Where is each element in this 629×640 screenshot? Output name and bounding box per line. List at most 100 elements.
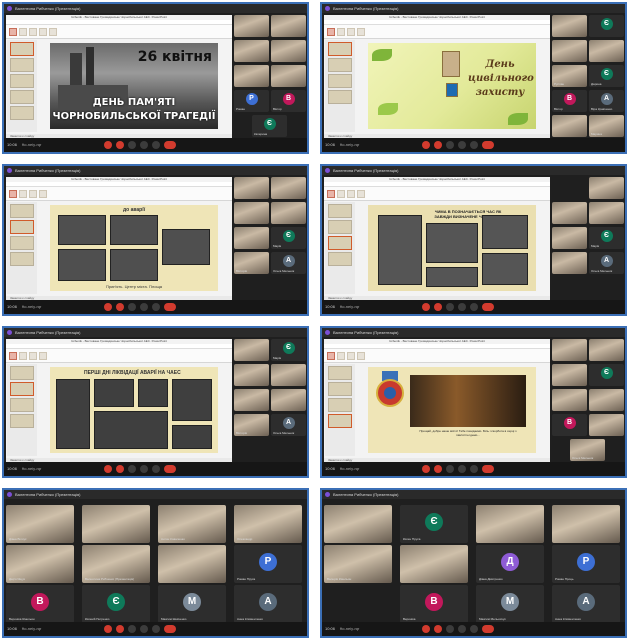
participant-tile[interactable] bbox=[234, 40, 269, 62]
participant-tile[interactable]: Є Марія bbox=[589, 227, 624, 249]
slide-thumbnail[interactable] bbox=[10, 236, 34, 250]
present-icon[interactable] bbox=[140, 465, 148, 473]
mic-off-icon[interactable] bbox=[104, 625, 112, 633]
present-icon[interactable] bbox=[458, 465, 466, 473]
participant-tile[interactable] bbox=[271, 15, 306, 37]
present-icon[interactable] bbox=[140, 303, 148, 311]
participant-tile[interactable] bbox=[271, 364, 306, 386]
mic-off-icon[interactable] bbox=[422, 303, 430, 311]
participant-tile[interactable]: Є bbox=[589, 364, 624, 386]
participant-tile[interactable] bbox=[589, 414, 624, 436]
slide-thumbnail[interactable] bbox=[328, 252, 352, 266]
participant-tile[interactable] bbox=[324, 505, 392, 543]
participant-tile[interactable] bbox=[234, 339, 269, 361]
camera-off-icon[interactable] bbox=[434, 303, 442, 311]
end-call-icon[interactable] bbox=[164, 465, 176, 473]
drawing-icon[interactable] bbox=[49, 27, 57, 36]
paste-icon[interactable] bbox=[327, 27, 335, 36]
paragraph-icon[interactable] bbox=[357, 27, 365, 36]
participant-tile[interactable] bbox=[552, 389, 587, 411]
mic-off-icon[interactable] bbox=[104, 303, 112, 311]
slide-thumbnail[interactable] bbox=[328, 58, 352, 72]
present-icon[interactable] bbox=[458, 625, 466, 633]
slide-thumbnail[interactable] bbox=[328, 366, 352, 380]
slide-thumbnail[interactable] bbox=[10, 74, 34, 88]
captions-icon[interactable] bbox=[128, 303, 136, 311]
font-icon[interactable] bbox=[29, 189, 37, 198]
camera-off-icon[interactable] bbox=[434, 625, 442, 633]
participant-tile[interactable] bbox=[552, 15, 587, 37]
more-icon[interactable] bbox=[470, 303, 478, 311]
mic-off-icon[interactable] bbox=[104, 465, 112, 473]
font-icon[interactable] bbox=[347, 27, 355, 36]
participant-tile[interactable]: А Анна Климентенко bbox=[552, 585, 620, 623]
paste-icon[interactable] bbox=[9, 189, 17, 198]
camera-off-icon[interactable] bbox=[116, 303, 124, 311]
paragraph-icon[interactable] bbox=[39, 27, 47, 36]
participant-tile[interactable] bbox=[158, 545, 226, 583]
participant-tile[interactable]: В bbox=[552, 414, 587, 436]
participant-tile[interactable]: Р Роман bbox=[234, 90, 269, 112]
participant-tile[interactable] bbox=[271, 202, 306, 224]
participant-tile[interactable]: Ольга Мельник bbox=[570, 439, 605, 461]
paste-icon[interactable] bbox=[327, 351, 335, 360]
mic-off-icon[interactable] bbox=[422, 625, 430, 633]
more-icon[interactable] bbox=[470, 625, 478, 633]
participant-tile[interactable]: Антон Коваленко bbox=[158, 505, 226, 543]
participant-tile[interactable]: Є Євгеній Петренко bbox=[82, 585, 150, 623]
participant-tile[interactable] bbox=[271, 40, 306, 62]
captions-icon[interactable] bbox=[446, 625, 454, 633]
participant-tile[interactable] bbox=[589, 339, 624, 361]
captions-icon[interactable] bbox=[446, 465, 454, 473]
end-call-icon[interactable] bbox=[482, 141, 494, 149]
participant-tile[interactable] bbox=[234, 364, 269, 386]
participant-tile[interactable]: Валерія Ємельян bbox=[324, 545, 392, 583]
captions-icon[interactable] bbox=[446, 141, 454, 149]
participant-tile[interactable] bbox=[552, 202, 587, 224]
captions-icon[interactable] bbox=[128, 141, 136, 149]
present-icon[interactable] bbox=[140, 625, 148, 633]
participant-tile[interactable]: В Вероніка Ємельян bbox=[6, 585, 74, 623]
participant-tile[interactable] bbox=[271, 177, 306, 199]
participant-tile[interactable]: М Максим Мельничук bbox=[476, 585, 544, 623]
mic-off-icon[interactable] bbox=[104, 141, 112, 149]
participant-tile[interactable] bbox=[589, 389, 624, 411]
slide-thumbnail[interactable] bbox=[328, 42, 352, 56]
paste-icon[interactable] bbox=[9, 351, 17, 360]
font-icon[interactable] bbox=[347, 189, 355, 198]
camera-off-icon[interactable] bbox=[116, 141, 124, 149]
end-call-icon[interactable] bbox=[164, 141, 176, 149]
participant-tile[interactable]: Олександр bbox=[234, 505, 302, 543]
participant-tile[interactable]: Є Марія bbox=[271, 227, 306, 249]
slide-icon[interactable] bbox=[337, 27, 345, 36]
participant-tile[interactable]: А Анна Климентенко bbox=[234, 585, 302, 623]
mic-off-icon[interactable] bbox=[422, 141, 430, 149]
end-call-icon[interactable] bbox=[482, 625, 494, 633]
end-call-icon[interactable] bbox=[482, 465, 494, 473]
participant-tile[interactable] bbox=[82, 505, 150, 543]
more-icon[interactable] bbox=[470, 465, 478, 473]
slide-icon[interactable] bbox=[19, 189, 27, 198]
participant-tile[interactable]: Вікторія bbox=[234, 414, 269, 436]
slide-thumbnail[interactable] bbox=[10, 382, 34, 396]
more-icon[interactable] bbox=[470, 141, 478, 149]
font-icon[interactable] bbox=[29, 27, 37, 36]
slide-thumbnail[interactable] bbox=[10, 252, 34, 266]
slide-thumbnail[interactable] bbox=[328, 382, 352, 396]
slide-thumbnail[interactable] bbox=[10, 42, 34, 56]
camera-off-icon[interactable] bbox=[434, 465, 442, 473]
participant-tile[interactable]: В Віктор bbox=[271, 90, 306, 112]
participant-tile[interactable]: Є Марія bbox=[271, 339, 306, 361]
slide-thumbnail[interactable] bbox=[10, 220, 34, 234]
camera-off-icon[interactable] bbox=[116, 465, 124, 473]
participant-tile[interactable]: Руслан bbox=[552, 65, 587, 87]
captions-icon[interactable] bbox=[446, 303, 454, 311]
paste-icon[interactable] bbox=[9, 27, 17, 36]
participant-tile[interactable]: Р Роман Пруса bbox=[234, 545, 302, 583]
end-call-icon[interactable] bbox=[164, 303, 176, 311]
participant-tile[interactable] bbox=[234, 177, 269, 199]
slide-thumbnail[interactable] bbox=[10, 204, 34, 218]
participant-tile[interactable] bbox=[234, 389, 269, 411]
participant-tile[interactable] bbox=[552, 115, 587, 137]
slide-thumbnail[interactable] bbox=[10, 414, 34, 428]
